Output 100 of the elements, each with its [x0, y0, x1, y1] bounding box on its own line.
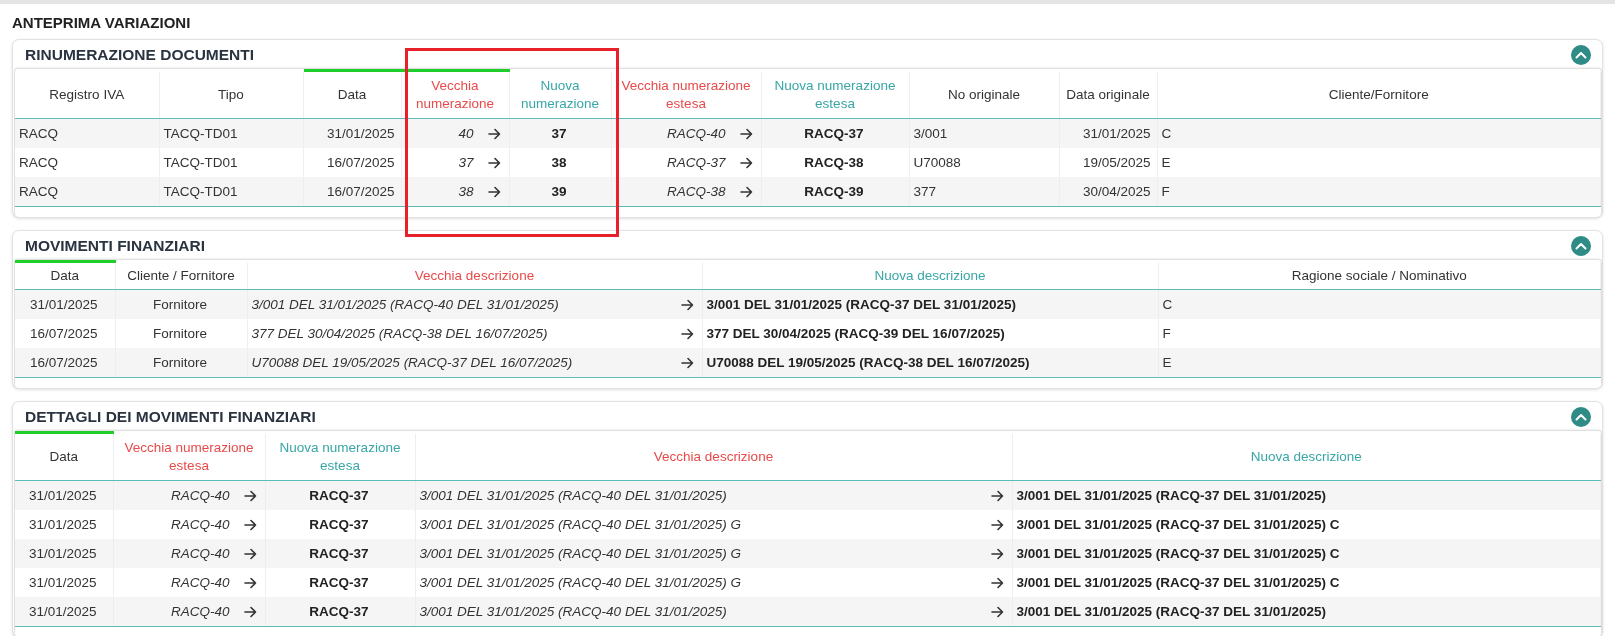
table-cell-text: U70088 DEL 19/05/2025 (RACQ-37 DEL 16/07/2025) [251, 355, 574, 370]
column-header[interactable]: Data originale [1059, 70, 1157, 119]
table-cell: 39 [551, 184, 567, 199]
column-header[interactable]: Ragione sociale / Nominativo [1158, 261, 1601, 290]
table-cell-text: 3/001 DEL 31/01/2025 (RACQ-40 DEL 31/01/2025) G [419, 546, 742, 561]
table-cell: 3/001 DEL 31/01/2025 (RACQ-37 DEL 31/01/2025) C [1016, 546, 1340, 561]
table-cell: RACQ-37 [309, 488, 369, 503]
table-cell-text: 40 [457, 126, 474, 141]
arrow-icon [739, 127, 753, 140]
table-cell-text: RACQ-40 [666, 126, 726, 141]
page-title: ANTEPRIMA VARIAZIONI [11, 13, 192, 33]
table-cell: RACQ-37 [804, 126, 864, 141]
arrow-icon [990, 518, 1004, 531]
table-cell: RACQ [19, 155, 58, 170]
table-cell-text: RACQ-40 [170, 546, 230, 561]
table-cell: RACQ [19, 184, 58, 199]
table-cell-text: RACQ-40 [170, 604, 230, 619]
table-cell-text: RACQ-40 [170, 575, 230, 590]
column-header[interactable]: Vecchia descrizione [415, 432, 1012, 481]
arrow-icon [680, 356, 694, 369]
table-cell: C [1162, 297, 1173, 312]
table-cell: C [1161, 126, 1172, 141]
table-cell: RACQ-37 [309, 575, 369, 590]
table-cell: 16/07/2025 [29, 326, 98, 341]
column-header[interactable]: No originale [909, 70, 1059, 119]
table-cell: 30/04/2025 [1082, 184, 1151, 199]
column-header[interactable]: Vecchia numerazione estesa [611, 70, 761, 119]
arrow-icon [990, 547, 1004, 560]
table-cell-text: RACQ-37 [666, 155, 726, 170]
section-title: MOVIMENTI FINANZIARI [25, 237, 205, 255]
table-cell: Fornitore [153, 355, 207, 370]
table-cell-text: 3/001 DEL 31/01/2025 (RACQ-40 DEL 31/01/2025) G [419, 575, 742, 590]
table-cell: 31/01/2025 [1082, 126, 1151, 141]
table-cell-text: RACQ-40 [170, 488, 230, 503]
table-cell-text: 37 [457, 155, 474, 170]
table-cell: 38 [551, 155, 567, 170]
table-cell: 377 [913, 184, 937, 199]
table-cell-text: RACQ-40 [170, 517, 230, 532]
table-cell: RACQ-37 [309, 517, 369, 532]
table-cell: 3/001 DEL 31/01/2025 (RACQ-37 DEL 31/01/2025) [1016, 488, 1326, 503]
column-header[interactable]: Vecchia numerazione estesa [113, 432, 265, 481]
arrow-icon [990, 489, 1004, 502]
column-header[interactable]: Vecchia descrizione [247, 261, 702, 290]
table-cell: F [1161, 184, 1170, 199]
collapse-button[interactable] [1571, 45, 1591, 65]
chevron-up-icon [1575, 242, 1587, 250]
table-cell: E [1162, 355, 1172, 370]
table-cell: 16/07/2025 [326, 184, 395, 199]
table-cell-text: 3/001 DEL 31/01/2025 (RACQ-40 DEL 31/01/2025) [419, 604, 728, 619]
column-header[interactable]: Registro IVA [15, 70, 159, 119]
chevron-up-icon [1575, 413, 1587, 421]
table-cell: Fornitore [153, 326, 207, 341]
arrow-icon [680, 327, 694, 340]
column-header[interactable]: Tipo [159, 70, 303, 119]
collapse-button[interactable] [1571, 236, 1591, 256]
arrow-icon [487, 185, 501, 198]
table-cell: RACQ-37 [309, 604, 369, 619]
table-cell: RACQ [19, 126, 58, 141]
table-cell: 31/01/2025 [28, 546, 97, 561]
arrow-icon [990, 605, 1004, 618]
table-cell: TACQ-TD01 [163, 126, 238, 141]
table-cell-text: RACQ-38 [666, 184, 726, 199]
table-cell: 3/001 DEL 31/01/2025 (RACQ-37 DEL 31/01/2025) [706, 297, 1016, 312]
arrow-icon [739, 156, 753, 169]
table-cell: 31/01/2025 [28, 488, 97, 503]
arrow-icon [680, 298, 694, 311]
table-cell-text: 3/001 DEL 31/01/2025 (RACQ-40 DEL 31/01/2025) G [419, 517, 742, 532]
table-cell: 16/07/2025 [29, 355, 98, 370]
arrow-icon [487, 156, 501, 169]
table-cell: U70088 [913, 155, 961, 170]
table-cell-text: 3/001 DEL 31/01/2025 (RACQ-40 DEL 31/01/2025) [251, 297, 560, 312]
arrow-icon [243, 576, 257, 589]
table-cell: TACQ-TD01 [163, 155, 238, 170]
table-cell: 37 [551, 126, 567, 141]
table-cell-text: 377 DEL 30/04/2025 (RACQ-38 DEL 16/07/2025) [251, 326, 549, 341]
table-cell: U70088 DEL 19/05/2025 (RACQ-38 DEL 16/07/2025) [706, 355, 1030, 370]
table-cell-text: 38 [457, 184, 474, 199]
arrow-icon [990, 576, 1004, 589]
table-cell: 3/001 DEL 31/01/2025 (RACQ-37 DEL 31/01/2025) C [1016, 575, 1340, 590]
table-cell: 3/001 [913, 126, 948, 141]
column-header[interactable]: Cliente/Fornitore [1157, 70, 1601, 119]
column-header[interactable]: Cliente / Fornitore [115, 261, 247, 290]
table-cell: 31/01/2025 [326, 126, 395, 141]
table-cell: E [1161, 155, 1171, 170]
section-title: RINUMERAZIONE DOCUMENTI [25, 46, 255, 64]
table-cell: RACQ-39 [804, 184, 864, 199]
collapse-button[interactable] [1571, 407, 1591, 427]
table-cell: 3/001 DEL 31/01/2025 (RACQ-37 DEL 31/01/2025) [1016, 604, 1326, 619]
table-cell: 31/01/2025 [29, 297, 98, 312]
table-cell: F [1162, 326, 1171, 341]
table-cell-text: 3/001 DEL 31/01/2025 (RACQ-40 DEL 31/01/2025) [419, 488, 728, 503]
table-cell: Fornitore [153, 297, 207, 312]
table-cell: 31/01/2025 [28, 517, 97, 532]
arrow-icon [243, 605, 257, 618]
table-cell: 31/01/2025 [28, 575, 97, 590]
arrow-icon [243, 518, 257, 531]
arrow-icon [487, 127, 501, 140]
chevron-up-icon [1575, 51, 1587, 59]
arrow-icon [739, 185, 753, 198]
table-cell: 19/05/2025 [1082, 155, 1151, 170]
